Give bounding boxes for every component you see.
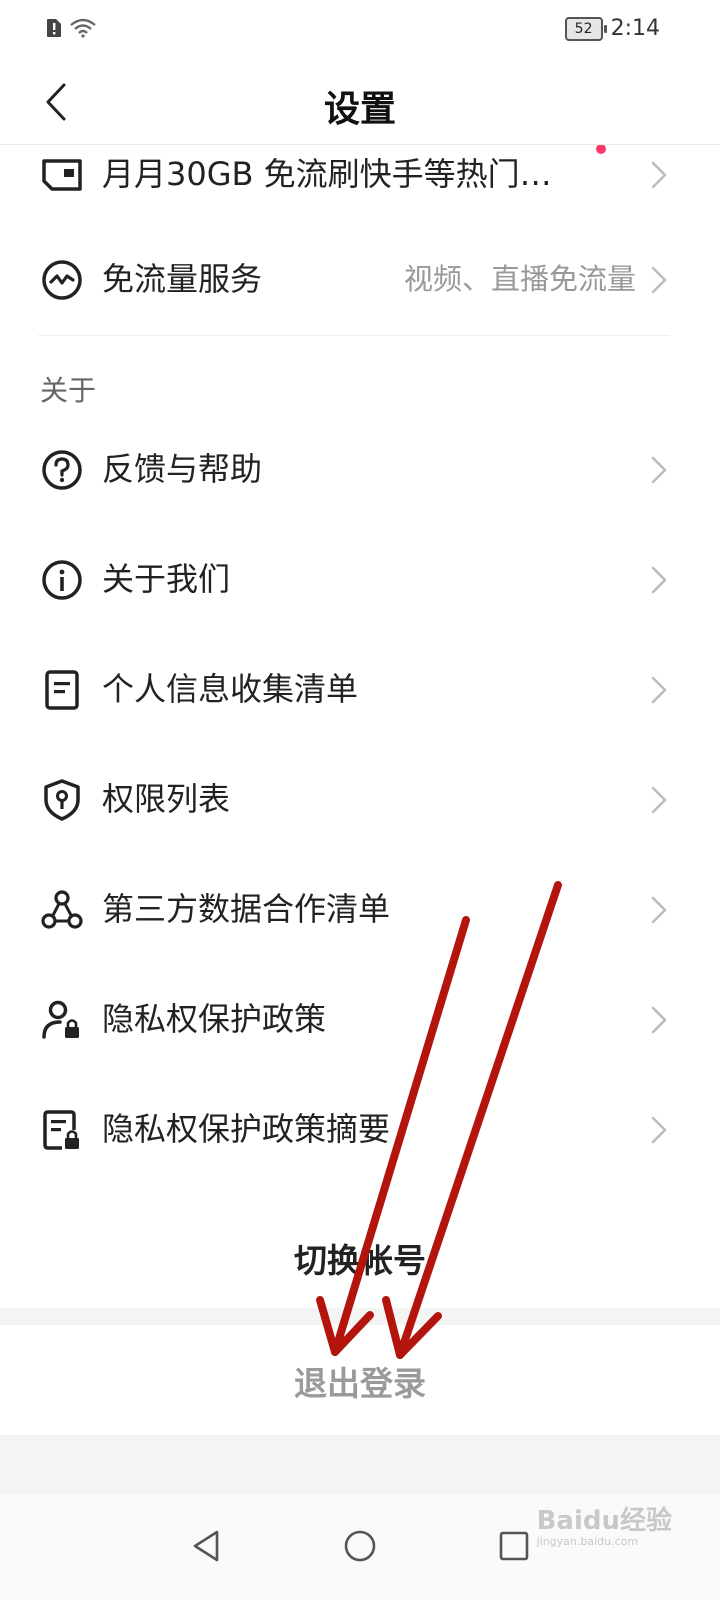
sim-card-icon xyxy=(42,159,82,191)
row-label: 第三方数据合作清单 xyxy=(102,890,391,928)
row-label: 关于我们 xyxy=(102,560,231,598)
watermark-brand: Baidu经验 xyxy=(536,1506,672,1536)
chevron-right-icon xyxy=(651,676,667,704)
square-recents-icon xyxy=(499,1531,529,1561)
settings-list: 月月30GB 免流刷快手等热门… 免流量服务 视频、直播免流量 关于 反馈与帮助 xyxy=(0,145,720,1205)
chevron-right-icon xyxy=(651,266,667,294)
logout-button[interactable]: 退出登录 xyxy=(0,1325,720,1435)
notification-dot xyxy=(596,145,606,154)
chevron-right-icon xyxy=(651,896,667,924)
settings-row-third-party[interactable]: 第三方数据合作清单 xyxy=(0,855,720,965)
page-title: 设置 xyxy=(323,89,396,130)
row-label: 反馈与帮助 xyxy=(102,450,263,488)
shield-key-icon xyxy=(44,779,80,821)
settings-row-about-us[interactable]: 关于我们 xyxy=(0,525,720,635)
chevron-right-icon xyxy=(651,161,667,189)
chevron-right-icon xyxy=(651,566,667,594)
triangle-back-icon xyxy=(193,1530,219,1562)
document-icon xyxy=(45,670,79,710)
promo-label: 月月30GB 免流刷快手等热门… xyxy=(102,155,552,193)
switch-account-label: 切换帐号 xyxy=(294,1241,426,1280)
nav-recents-button[interactable] xyxy=(494,1526,534,1566)
user-lock-icon xyxy=(42,1000,79,1039)
watermark-url: jingyan.baidu.com xyxy=(536,1535,639,1548)
settings-row-privacy-policy[interactable]: 隐私权保护政策 xyxy=(0,965,720,1075)
chevron-right-icon xyxy=(651,1116,667,1144)
row-value: 视频、直播免流量 xyxy=(403,262,636,296)
settings-row-permissions[interactable]: 权限列表 xyxy=(0,745,720,855)
free-data-icon xyxy=(42,260,82,300)
status-icons-left xyxy=(46,18,96,38)
circle-home-icon xyxy=(344,1530,376,1562)
nav-home-button[interactable] xyxy=(340,1526,380,1566)
baidu-watermark: Baidu经验 jingyan.baidu.com xyxy=(537,1500,672,1548)
row-label: 隐私权保护政策 xyxy=(102,1000,327,1038)
row-label: 权限列表 xyxy=(102,780,231,818)
switch-account-button[interactable]: 切换帐号 xyxy=(0,1198,720,1308)
chevron-right-icon xyxy=(651,786,667,814)
settings-row-feedback[interactable]: 反馈与帮助 xyxy=(0,415,720,525)
settings-row-free-data[interactable]: 免流量服务 视频、直播免流量 xyxy=(0,225,720,335)
chevron-right-icon xyxy=(651,456,667,484)
status-icons-right: 52 2:14 xyxy=(564,16,660,41)
settings-row-privacy-summary[interactable]: 隐私权保护政策摘要 xyxy=(0,1075,720,1185)
row-label: 个人信息收集清单 xyxy=(102,670,359,708)
document-lock-icon xyxy=(43,1110,79,1150)
battery-icon: 52 xyxy=(564,16,607,41)
info-icon xyxy=(42,560,82,600)
header: 设置 xyxy=(0,62,720,145)
wifi-icon xyxy=(70,18,96,38)
clock: 2:14 xyxy=(610,16,660,41)
alert-sim-icon xyxy=(47,19,61,37)
row-label: 免流量服务 xyxy=(102,260,263,298)
promo-row[interactable]: 月月30GB 免流刷快手等热门… xyxy=(0,145,720,230)
status-bar: 52 2:14 xyxy=(0,0,720,62)
logout-label: 退出登录 xyxy=(294,1364,426,1403)
chevron-right-icon xyxy=(651,1006,667,1034)
settings-row-personal-info-list[interactable]: 个人信息收集清单 xyxy=(0,635,720,745)
section-title-about: 关于 xyxy=(40,374,97,407)
row-label: 隐私权保护政策摘要 xyxy=(102,1110,391,1148)
network-icon xyxy=(41,890,83,929)
nav-back-button[interactable] xyxy=(186,1526,226,1566)
divider xyxy=(38,335,670,336)
question-icon xyxy=(42,450,82,490)
